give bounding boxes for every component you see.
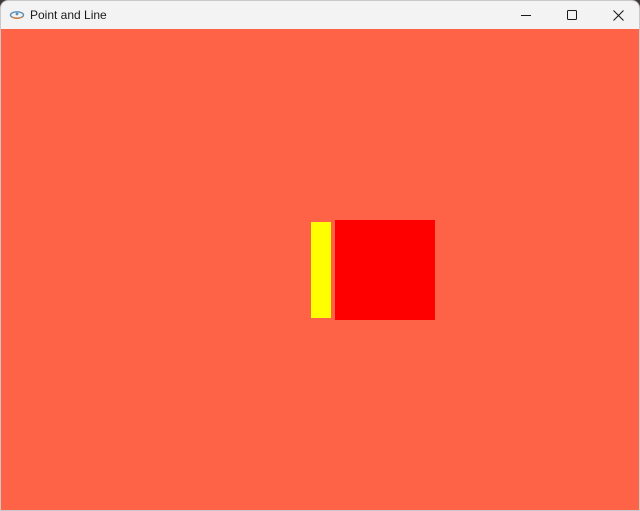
red-square <box>335 220 435 320</box>
maximize-icon <box>567 10 577 20</box>
title-bar[interactable]: Point and Line <box>1 1 639 29</box>
minimize-button[interactable] <box>503 1 549 29</box>
minimize-icon <box>521 15 531 16</box>
java-icon <box>9 8 25 22</box>
yellow-rectangle <box>311 222 331 318</box>
close-icon <box>612 9 624 21</box>
maximize-button[interactable] <box>549 1 595 29</box>
close-button[interactable] <box>595 1 639 29</box>
drawing-canvas <box>1 29 639 510</box>
window-title: Point and Line <box>30 8 107 22</box>
app-window: Point and Line <box>0 0 640 511</box>
